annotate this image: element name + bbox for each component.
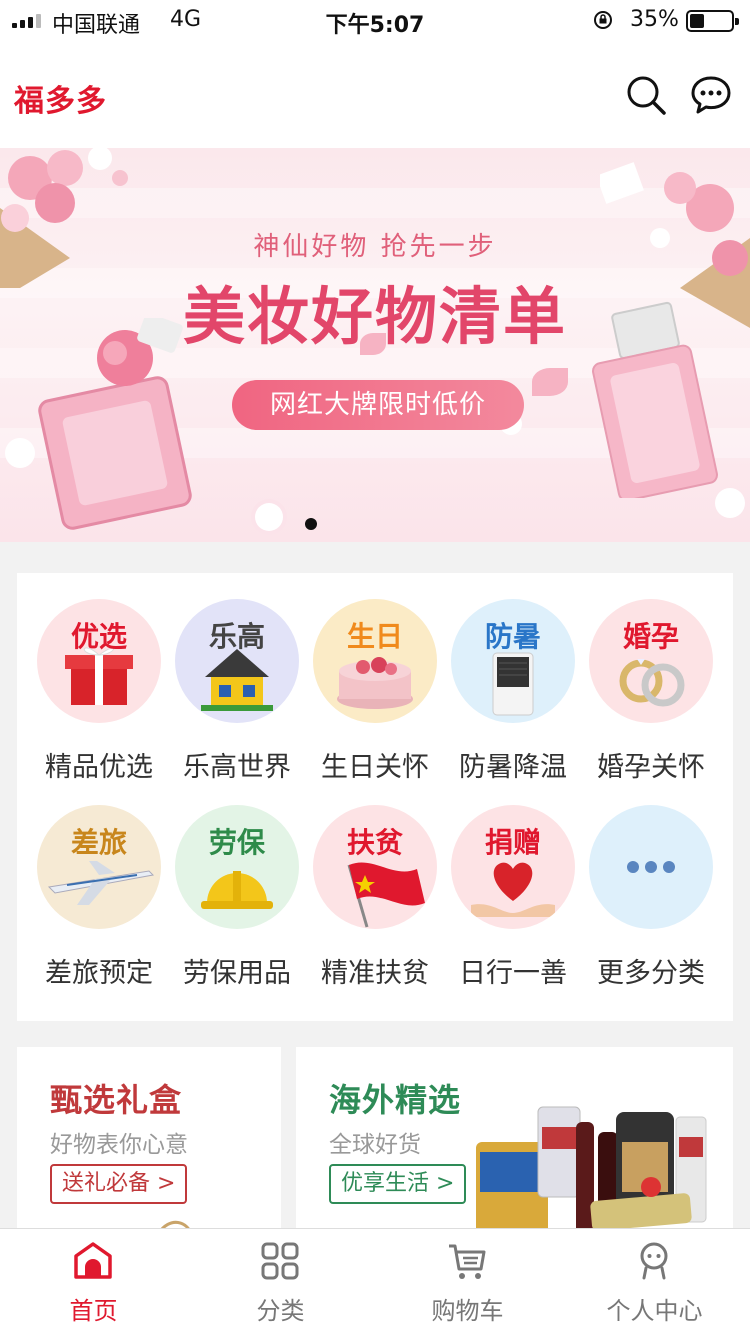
category-circle: 防暑: [451, 599, 575, 723]
category-item[interactable]: 扶贫 精准扶贫: [307, 805, 443, 1005]
category-circle: 捐赠: [451, 805, 575, 929]
category-grid: 优选 精品优选 乐高 乐高世界 生日 生日关怀 防暑 防暑降温 婚孕 婚孕关怀 差旅 差旅预定 劳保 劳保…: [17, 573, 733, 1021]
category-label: 生日关怀: [321, 752, 429, 783]
category-label: 差旅预定: [45, 958, 153, 989]
category-item[interactable]: 捐赠 日行一善: [445, 805, 581, 1005]
category-tag: 扶贫: [346, 826, 403, 859]
category-item[interactable]: 乐高 乐高世界: [169, 599, 305, 799]
category-item[interactable]: 劳保 劳保用品: [169, 805, 305, 1005]
banner-subtitle: 神仙好物 抢先一步: [253, 232, 497, 262]
grid-icon: [261, 1242, 299, 1280]
chat-bubble-icon[interactable]: [690, 74, 732, 116]
tab-home[interactable]: 首页: [0, 1229, 187, 1334]
category-circle: 差旅: [37, 805, 161, 929]
carousel-indicator-dot[interactable]: [305, 518, 317, 530]
category-circle: [589, 805, 713, 929]
tab-category[interactable]: 分类: [187, 1229, 374, 1334]
category-item[interactable]: 更多分类: [583, 805, 719, 1005]
tab-label: 分类: [256, 1297, 305, 1325]
app-title: 福多多: [14, 84, 107, 119]
banner-cta-button[interactable]: 网红大牌限时低价: [232, 380, 524, 430]
status-bar: 中国联通 4G 下午5:07 35%: [0, 0, 750, 40]
tab-profile[interactable]: 个人中心: [561, 1229, 748, 1334]
category-label: 婚孕关怀: [597, 752, 705, 783]
overseas-promo-card[interactable]: 海外精选 全球好货 优享生活 >: [296, 1047, 733, 1247]
battery-level: [690, 14, 704, 28]
category-item[interactable]: 防暑 防暑降温: [445, 599, 581, 799]
promo-subtitle: 全球好货: [329, 1132, 421, 1158]
category-label: 防暑降温: [459, 752, 567, 783]
category-tag: 差旅: [70, 826, 127, 859]
category-label: 更多分类: [597, 958, 705, 989]
category-circle: 劳保: [175, 805, 299, 929]
user-icon: [640, 1242, 668, 1280]
category-circle: 优选: [37, 599, 161, 723]
tab-label: 首页: [69, 1297, 118, 1325]
banner-title: 美妆好物清单: [182, 280, 567, 353]
search-icon[interactable]: [625, 74, 667, 116]
promo-button[interactable]: 送礼必备 >: [50, 1164, 188, 1204]
category-circle: 扶贫: [313, 805, 437, 929]
promo-banner[interactable]: 神仙好物 抢先一步 美妆好物清单 网红大牌限时低价: [0, 148, 750, 542]
category-label: 精准扶贫: [321, 958, 429, 989]
gift-box-promo-card[interactable]: 甄选礼盒 好物表你心意 送礼必备 >: [17, 1047, 281, 1247]
promo-button[interactable]: 优享生活 >: [329, 1164, 467, 1204]
tab-label: 个人中心: [606, 1297, 703, 1325]
category-tag: 婚孕: [622, 620, 679, 653]
category-label: 乐高世界: [183, 752, 291, 783]
tab-cart[interactable]: 购物车: [374, 1229, 561, 1334]
imported-products-icon: [476, 1106, 707, 1247]
more-dots-icon: [627, 861, 675, 873]
app-header: 福多多: [0, 40, 750, 148]
cart-icon: [449, 1244, 486, 1279]
battery-percentage: 35%: [630, 7, 679, 32]
category-item[interactable]: 优选 精品优选: [31, 599, 167, 799]
promo-subtitle: 好物表你心意: [50, 1132, 188, 1158]
category-item[interactable]: 生日 生日关怀: [307, 599, 443, 799]
home-icon: [74, 1242, 112, 1279]
category-label: 日行一善: [459, 958, 567, 989]
rotation-lock-icon: [594, 11, 612, 29]
category-circle: 婚孕: [589, 599, 713, 723]
category-item[interactable]: 差旅 差旅预定: [31, 805, 167, 1005]
category-tag: 劳保: [208, 826, 265, 859]
tab-label: 购物车: [431, 1297, 504, 1325]
category-tag: 优选: [70, 620, 127, 653]
category-tag: 乐高: [208, 620, 265, 653]
category-item[interactable]: 婚孕 婚孕关怀: [583, 599, 719, 799]
category-circle: 生日: [313, 599, 437, 723]
category-tag: 防暑: [484, 620, 541, 653]
battery-icon: [686, 10, 739, 32]
category-label: 精品优选: [45, 752, 153, 783]
bottom-tab-bar: 首页 分类 购物车 个人中心: [0, 1228, 750, 1334]
category-label: 劳保用品: [183, 958, 291, 989]
promo-title: 甄选礼盒: [50, 1081, 183, 1119]
category-circle: 乐高: [175, 599, 299, 723]
promo-title: 海外精选: [329, 1081, 462, 1119]
category-tag: 捐赠: [484, 826, 541, 859]
category-tag: 生日: [346, 620, 403, 653]
